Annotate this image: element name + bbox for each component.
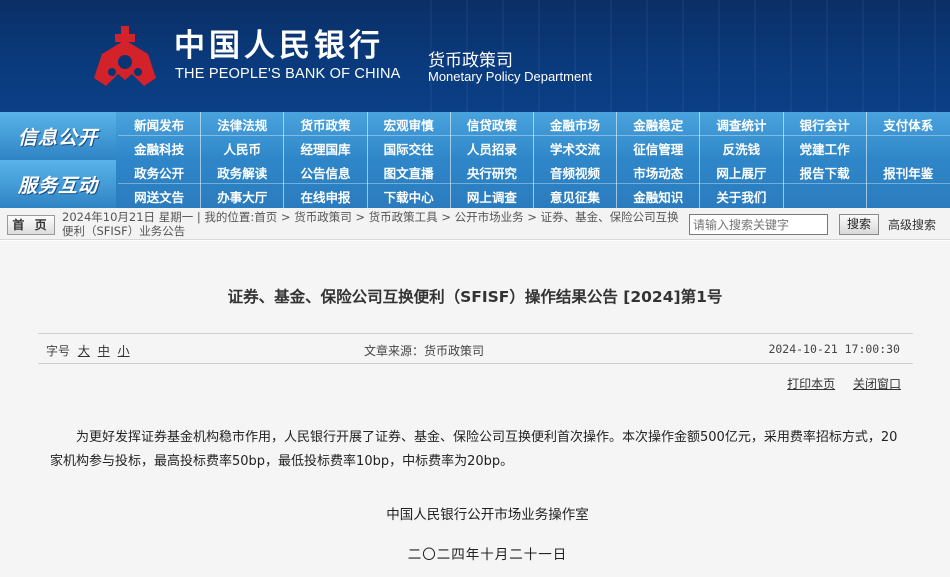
nav-item[interactable]: 宏观审慎 (368, 112, 451, 136)
nav-item-empty (867, 136, 950, 160)
pboc-emblem-icon[interactable] (88, 24, 162, 90)
nav-item[interactable]: 信贷政策 (451, 112, 534, 136)
breadcrumb: 2024年10月21日 星期一 | 我的位置:首页 > 货币政策司 > 货币政策… (62, 210, 682, 238)
nav-grid: 新闻发布 法律法规 货币政策 宏观审慎 信贷政策 金融市场 金融稳定 调查统计 … (118, 112, 950, 208)
font-size-medium[interactable]: 中 (98, 344, 110, 358)
article-signature: 中国人民银行公开市场业务操作室 (386, 507, 589, 523)
nav-item[interactable]: 金融科技 (118, 136, 202, 160)
department-name-cn: 货币政策司 (428, 51, 513, 71)
nav-section-service-interaction: 服务互动 (0, 160, 116, 208)
print-page-link[interactable]: 打印本页 (787, 377, 835, 391)
nav-item-empty (784, 184, 867, 208)
breadcrumb-separator: > (280, 210, 291, 224)
nav-item[interactable]: 关于我们 (700, 184, 784, 208)
nav-item[interactable]: 调查统计 (700, 112, 784, 136)
nav-item[interactable]: 市场动态 (617, 160, 701, 184)
breadcrumb-separator: > (355, 210, 366, 224)
nav-item[interactable]: 学术交流 (534, 136, 618, 160)
breadcrumb-link-department[interactable]: 货币政策司 (294, 210, 352, 224)
font-size-small[interactable]: 小 (118, 344, 130, 358)
search-button[interactable]: 搜索 (839, 214, 879, 235)
nav-item[interactable]: 金融市场 (534, 112, 618, 136)
breadcrumb-separator: > (441, 210, 451, 224)
nav-item[interactable]: 党建工作 (784, 136, 867, 160)
location-prefix: 我的位置: (204, 210, 255, 224)
nav-row: 金融科技 人民币 经理国库 国际交往 人员招录 学术交流 征信管理 反洗钱 党建… (118, 136, 950, 160)
nav-item-empty (867, 184, 950, 208)
nav-row: 政务公开 政务解读 公告信息 图文直播 央行研究 音频视频 市场动态 网上展厅 … (118, 160, 950, 184)
article-datetime: 2024-10-21 17:00:30 (768, 342, 900, 356)
nav-item[interactable]: 下载中心 (368, 184, 451, 208)
home-button[interactable]: 首 页 (7, 215, 55, 235)
main-navigation: 信息公开 服务互动 新闻发布 法律法规 货币政策 宏观审慎 信贷政策 金融市场 … (0, 112, 950, 208)
bank-name-en: THE PEOPLE'S BANK OF CHINA (175, 66, 401, 82)
article-area: 证券、基金、保险公司互换便利（SFISF）操作结果公告 [2024]第1号 字号… (0, 241, 950, 577)
nav-item[interactable]: 人民币 (201, 136, 285, 160)
nav-item[interactable]: 新闻发布 (118, 112, 202, 136)
search-input[interactable] (689, 214, 828, 235)
nav-item[interactable]: 支付体系 (867, 112, 950, 136)
nav-item[interactable]: 意见征集 (534, 184, 618, 208)
nav-item[interactable]: 金融知识 (617, 184, 701, 208)
breadcrumb-link-open-market[interactable]: 公开市场业务 (455, 210, 524, 224)
nav-item[interactable]: 经理国库 (284, 136, 368, 160)
close-window-link[interactable]: 关闭窗口 (853, 377, 901, 391)
font-size-control: 字号 大 中 小 (46, 342, 130, 359)
nav-item[interactable]: 在线申报 (284, 184, 368, 208)
nav-item[interactable]: 政务公开 (118, 160, 202, 184)
article-body: 为更好发挥证券基金机构稳市作用，人民银行开展了证券、基金、保险公司互换便利首次操… (50, 430, 898, 469)
nav-item[interactable]: 国际交往 (368, 136, 451, 160)
bank-name-cn: 中国人民银行 (174, 28, 384, 64)
font-size-label: 字号 (46, 344, 71, 358)
nav-item[interactable]: 征信管理 (617, 136, 701, 160)
nav-item[interactable]: 货币政策 (284, 112, 368, 136)
nav-row: 新闻发布 法律法规 货币政策 宏观审慎 信贷政策 金融市场 金融稳定 调查统计 … (118, 112, 950, 136)
site-banner: 中国人民银行 THE PEOPLE'S BANK OF CHINA 货币政策司 … (0, 0, 950, 112)
nav-item[interactable]: 网上展厅 (700, 160, 784, 184)
nav-item[interactable]: 政务解读 (201, 160, 285, 184)
nav-item[interactable]: 报告下载 (784, 160, 867, 184)
nav-row: 网送文告 办事大厅 在线申报 下载中心 网上调查 意见征集 金融知识 关于我们 (118, 184, 950, 208)
nav-item[interactable]: 金融稳定 (617, 112, 701, 136)
breadcrumb-link-home[interactable]: 首页 (254, 210, 277, 224)
nav-section-info-disclosure: 信息公开 (0, 112, 116, 160)
advanced-search-link[interactable]: 高级搜索 (888, 216, 936, 233)
nav-item[interactable]: 人员招录 (451, 136, 534, 160)
article-sign-date: 二〇二四年十月二十一日 (407, 547, 568, 563)
department-name-en: Monetary Policy Department (428, 69, 593, 84)
nav-item[interactable]: 图文直播 (368, 160, 451, 184)
nav-item[interactable]: 银行会计 (784, 112, 867, 136)
article-meta-bar: 字号 大 中 小 文章来源：货币政策司 2024-10-21 17:00:30 (38, 333, 913, 364)
nav-item[interactable]: 办事大厅 (201, 184, 285, 208)
font-size-large[interactable]: 大 (78, 344, 90, 358)
nav-item[interactable]: 网送文告 (118, 184, 202, 208)
article-source: 文章来源：货币政策司 (364, 344, 485, 358)
nav-item[interactable]: 网上调查 (451, 184, 534, 208)
nav-item[interactable]: 法律法规 (201, 112, 285, 136)
nav-item[interactable]: 报刊年鉴 (867, 160, 950, 184)
article-tools: 打印本页 关闭窗口 (773, 375, 901, 392)
nav-item[interactable]: 反洗钱 (700, 136, 784, 160)
nav-item[interactable]: 音频视频 (534, 160, 618, 184)
breadcrumb-separator: > (527, 210, 537, 224)
nav-item[interactable]: 公告信息 (284, 160, 368, 184)
current-date: 2024年10月21日 星期一 (62, 210, 194, 224)
article-title: 证券、基金、保险公司互换便利（SFISF）操作结果公告 [2024]第1号 (227, 288, 723, 306)
breadcrumb-link-tools[interactable]: 货币政策工具 (369, 210, 438, 224)
breadcrumb-bar: 首 页 2024年10月21日 星期一 | 我的位置:首页 > 货币政策司 > … (0, 208, 950, 240)
nav-item[interactable]: 央行研究 (451, 160, 534, 184)
